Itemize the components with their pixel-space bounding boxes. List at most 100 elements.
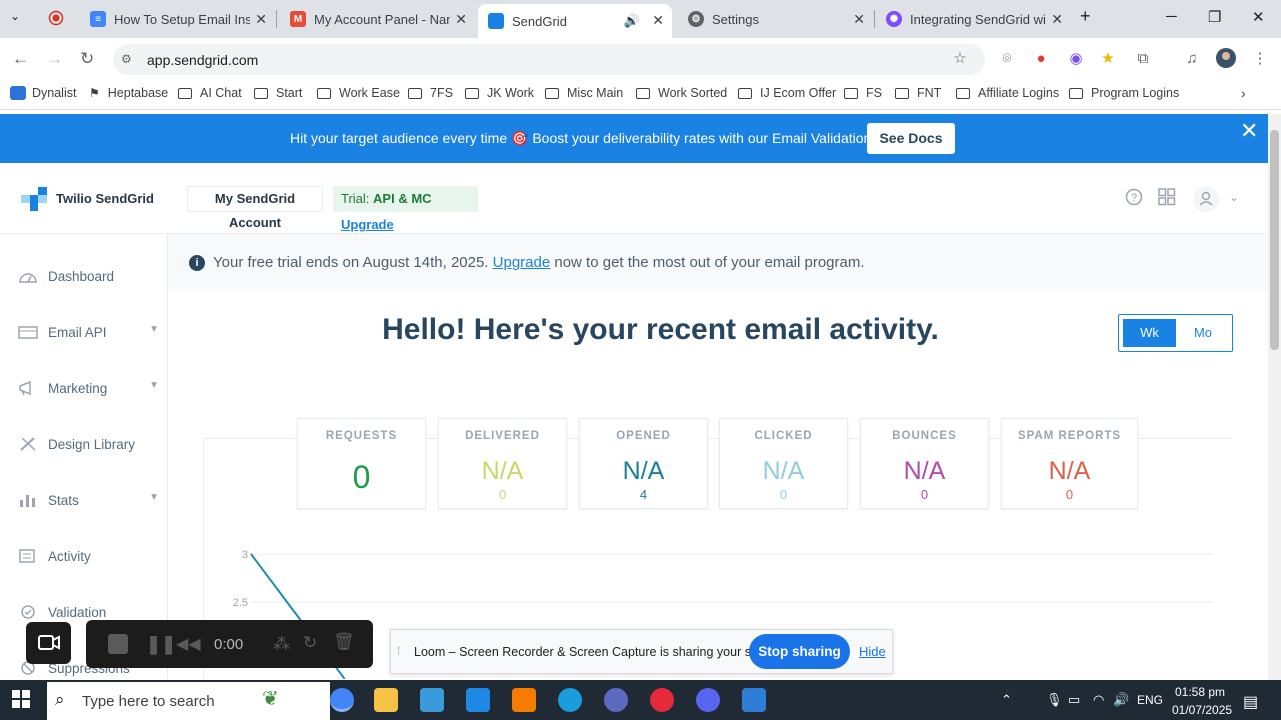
- back-icon[interactable]: ←: [12, 49, 29, 69]
- skype-icon[interactable]: [558, 688, 582, 712]
- app-icon[interactable]: [512, 688, 536, 712]
- stat-card-spam-reports[interactable]: SPAM REPORTS N/A 0: [1001, 418, 1138, 509]
- grid-icon[interactable]: ⁂: [273, 634, 290, 654]
- site-info-icon[interactable]: ⚙: [121, 52, 132, 66]
- volume-icon[interactable]: 🔊: [1113, 692, 1129, 708]
- stat-card-requests[interactable]: REQUESTS 0: [297, 418, 426, 509]
- bookmark-folder[interactable]: AI Chat: [178, 86, 242, 100]
- bookmark-heptabase[interactable]: ⚑ Heptabase: [89, 86, 168, 100]
- sidebar-item-activity[interactable]: Activity: [18, 544, 163, 568]
- calculator-icon[interactable]: [742, 688, 766, 712]
- hide-button[interactable]: Hide: [859, 644, 886, 659]
- bookmark-folder[interactable]: Affiliate Logins: [956, 86, 1059, 100]
- app-icon[interactable]: [466, 688, 490, 712]
- close-icon[interactable]: ✕: [652, 12, 664, 29]
- app-icon[interactable]: [420, 688, 444, 712]
- stat-card-opened[interactable]: OPENED N/A 4: [579, 418, 708, 509]
- reload-icon[interactable]: ↻: [80, 49, 94, 69]
- profile-avatar-icon[interactable]: [1216, 48, 1236, 68]
- rewind-icon[interactable]: ◀◀: [176, 634, 201, 654]
- extension-icon[interactable]: ◉: [1066, 48, 1086, 68]
- close-icon[interactable]: ✕: [455, 11, 467, 28]
- drag-handle-icon[interactable]: ⁞: [397, 644, 400, 658]
- restart-icon[interactable]: ↻: [303, 633, 317, 653]
- minimize-icon[interactable]: ─: [1166, 8, 1177, 25]
- trial-upgrade-link[interactable]: Upgrade: [493, 254, 551, 271]
- stop-recording-icon[interactable]: [108, 634, 128, 654]
- browser-tab-0[interactable]: ≡ How To Setup Email Inside ✕: [80, 0, 275, 38]
- help-icon[interactable]: ?: [1125, 188, 1143, 211]
- chevron-down-icon[interactable]: ⌄: [1229, 190, 1239, 204]
- loom-camera-button[interactable]: [26, 622, 71, 664]
- bookmark-folder[interactable]: Misc Main: [545, 86, 623, 100]
- stat-card-delivered[interactable]: DELIVERED N/A 0: [438, 418, 567, 509]
- sidebar-item-marketing[interactable]: Marketing ▼: [18, 376, 163, 400]
- discord-icon[interactable]: [696, 688, 720, 712]
- trash-icon[interactable]: 🗑: [333, 632, 355, 652]
- microphone-icon[interactable]: 🎙: [1046, 692, 1063, 708]
- toggle-month-button[interactable]: Mo: [1178, 319, 1228, 347]
- star-extension-icon[interactable]: ★: [1098, 48, 1118, 68]
- sidebar-item-stats[interactable]: Stats ▼: [18, 488, 163, 512]
- browser-tab-active[interactable]: SendGrid 🔊 ✕: [478, 4, 672, 38]
- browser-tab-4[interactable]: ✺ Integrating SendGrid with ✕: [876, 0, 1071, 38]
- stop-sharing-button[interactable]: Stop sharing: [749, 634, 850, 669]
- see-docs-button[interactable]: See Docs: [867, 123, 955, 154]
- opera-icon[interactable]: [650, 688, 674, 712]
- camera-icon[interactable]: ⌾: [997, 48, 1017, 68]
- stat-card-clicked[interactable]: CLICKED N/A 0: [719, 418, 848, 509]
- bookmark-folder[interactable]: IJ Ecom Offer: [738, 86, 836, 100]
- language-indicator[interactable]: ENG: [1137, 693, 1163, 707]
- stat-card-bounces[interactable]: BOUNCES N/A 0: [860, 418, 989, 509]
- maximize-icon[interactable]: ❐: [1208, 8, 1221, 26]
- toggle-week-button[interactable]: Wk: [1123, 319, 1176, 347]
- bookmarks-overflow-chevron-icon[interactable]: ›: [1241, 85, 1246, 101]
- battery-icon[interactable]: ▭: [1068, 692, 1080, 708]
- url-text[interactable]: app.sendgrid.com: [147, 52, 258, 68]
- app-icon[interactable]: [604, 688, 628, 712]
- pause-icon[interactable]: ❚❚: [146, 634, 176, 655]
- close-icon[interactable]: ✕: [1240, 118, 1258, 144]
- bookmark-folder[interactable]: Program Logins: [1069, 86, 1179, 100]
- bookmark-folder[interactable]: Start: [254, 86, 302, 100]
- my-account-button[interactable]: My SendGrid Account: [187, 186, 323, 230]
- bookmark-folder[interactable]: Work Ease: [317, 86, 400, 100]
- browser-tab-3[interactable]: ⚙ Settings ✕: [678, 0, 873, 38]
- close-icon[interactable]: ✕: [853, 11, 865, 28]
- clock-date[interactable]: 01/07/2025: [1172, 703, 1232, 717]
- bookmark-folder[interactable]: Work Sorted: [636, 86, 727, 100]
- tray-chevron-up-icon[interactable]: ⌃: [1001, 692, 1012, 708]
- audio-playing-icon[interactable]: 🔊: [624, 13, 640, 29]
- bookmark-folder[interactable]: FNT: [895, 86, 941, 100]
- upgrade-link[interactable]: Upgrade: [341, 217, 394, 232]
- bookmark-star-icon[interactable]: ☆: [950, 48, 970, 68]
- sendgrid-logo-icon[interactable]: [21, 187, 47, 211]
- sidebar-item-design-library[interactable]: Design Library: [18, 432, 163, 456]
- browser-menu-icon[interactable]: ⋮: [1250, 48, 1270, 68]
- bookmark-folder[interactable]: JK Work: [465, 86, 534, 100]
- bookmark-folder[interactable]: FS: [844, 86, 882, 100]
- window-close-icon[interactable]: ✕: [1252, 8, 1265, 26]
- file-explorer-icon[interactable]: [374, 688, 398, 712]
- chrome-icon[interactable]: [330, 688, 354, 712]
- tab-search-chevron-icon[interactable]: ⌄: [10, 9, 20, 23]
- scrollbar-thumb[interactable]: [1270, 130, 1279, 350]
- extensions-puzzle-icon[interactable]: ⧉: [1133, 48, 1153, 68]
- logo-text[interactable]: Twilio SendGrid: [56, 191, 154, 206]
- clock-time[interactable]: 01:58 pm: [1175, 685, 1225, 699]
- user-avatar-icon[interactable]: [1192, 185, 1220, 218]
- browser-tab-1[interactable]: M My Account Panel - Name ✕: [280, 0, 475, 38]
- new-tab-icon[interactable]: +: [1080, 6, 1091, 27]
- forward-icon[interactable]: →: [46, 49, 63, 69]
- windows-start-icon[interactable]: [12, 690, 30, 713]
- wifi-icon[interactable]: ◠: [1093, 692, 1104, 708]
- close-icon[interactable]: ✕: [1051, 11, 1063, 28]
- apps-grid-icon[interactable]: [1158, 188, 1176, 211]
- sidebar-item-email-api[interactable]: Email API ▼: [18, 320, 163, 344]
- bookmark-dynalist[interactable]: Dynalist: [10, 86, 76, 100]
- close-icon[interactable]: ✕: [255, 11, 267, 28]
- sidebar-item-dashboard[interactable]: Dashboard: [18, 264, 163, 288]
- media-control-icon[interactable]: ♫: [1182, 48, 1202, 68]
- notifications-icon[interactable]: ▤: [1243, 692, 1258, 712]
- extension-icon[interactable]: ●: [1031, 48, 1051, 68]
